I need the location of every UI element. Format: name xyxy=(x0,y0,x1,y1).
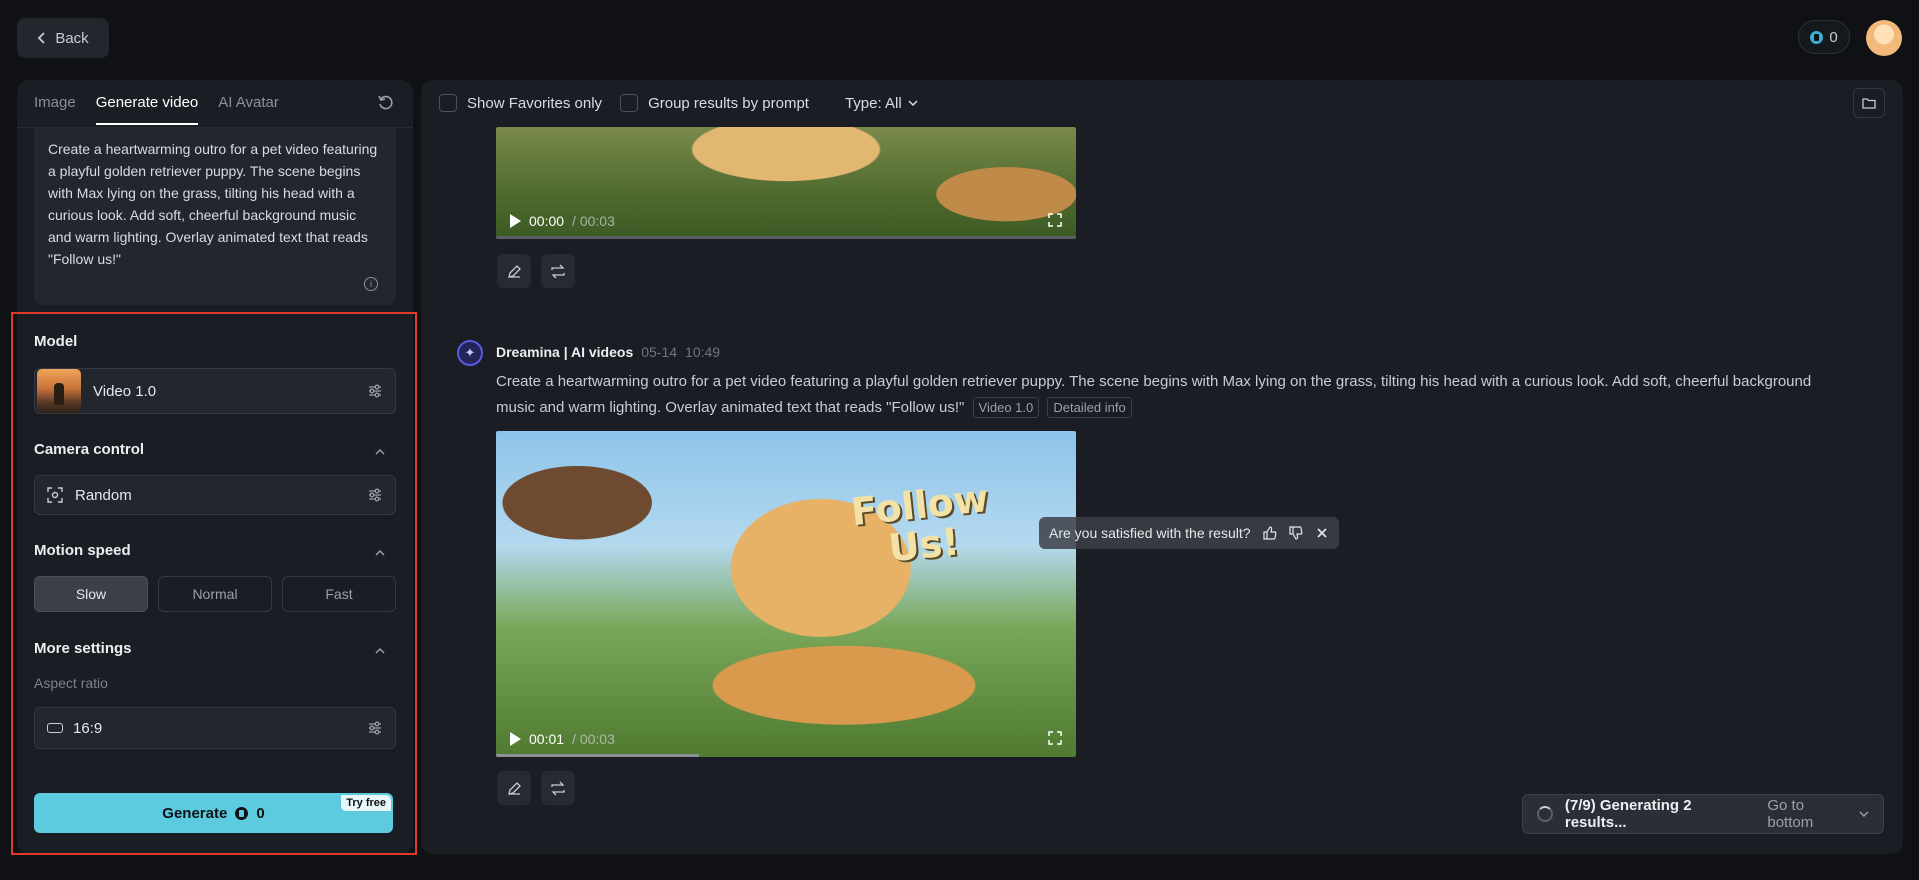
video-current-time: 00:00 xyxy=(529,213,565,229)
regenerate-button[interactable] xyxy=(541,771,575,805)
chevron-left-icon xyxy=(38,32,45,44)
sliders-icon[interactable] xyxy=(367,487,383,503)
camera-focus-icon xyxy=(47,487,63,503)
message-time: 10:49 xyxy=(685,344,721,360)
results-toolbar: Show Favorites only Group results by pro… xyxy=(439,94,918,112)
speed-slow-button[interactable]: Slow xyxy=(34,576,148,612)
model-tag[interactable]: Video 1.0 xyxy=(972,397,1040,418)
motion-speed-label: Motion speed xyxy=(34,542,131,559)
thumbs-down-icon[interactable] xyxy=(1288,526,1303,540)
aspect-ratio-value: 16:9 xyxy=(73,719,103,737)
prompt-text: Create a heartwarming outro for a pet vi… xyxy=(48,141,378,267)
camera-control-select[interactable]: Random xyxy=(34,475,396,515)
video-player-2[interactable]: Follow Us! 00:01 / 00:03 xyxy=(496,431,1076,757)
chevron-down-icon xyxy=(908,100,918,107)
regenerate-button[interactable] xyxy=(541,254,575,288)
credit-coin-icon xyxy=(235,806,249,820)
sliders-icon[interactable] xyxy=(367,383,383,399)
feedback-question: Are you satisfied with the result? xyxy=(1049,525,1251,541)
favorites-label: Show Favorites only xyxy=(467,94,603,112)
back-button[interactable]: Back xyxy=(17,18,109,58)
edit-pencil-icon xyxy=(507,264,521,278)
checkbox-box xyxy=(439,94,457,112)
loading-spinner-icon xyxy=(1537,806,1553,822)
generation-status-text: (7/9) Generating 2 results... xyxy=(1564,797,1692,831)
user-avatar[interactable] xyxy=(1866,20,1902,56)
try-free-badge: Try free xyxy=(341,795,391,811)
feedback-popup: Are you satisfied with the result? xyxy=(1039,517,1339,549)
folder-button[interactable] xyxy=(1853,88,1885,118)
chevron-up-icon[interactable] xyxy=(374,547,386,559)
aspect-ratio-label: Aspect ratio xyxy=(34,675,108,691)
more-settings-label: More settings xyxy=(34,640,132,657)
group-by-prompt-checkbox[interactable]: Group results by prompt xyxy=(620,94,809,112)
message-date: 05-14 xyxy=(641,344,678,360)
message-author: Dreamina | AI videos xyxy=(496,344,634,360)
tab-image[interactable]: Image xyxy=(34,94,76,125)
repeat-icon xyxy=(551,781,565,795)
chevron-up-icon[interactable] xyxy=(374,645,386,657)
generate-label: Generate xyxy=(162,804,228,822)
model-select[interactable]: Video 1.0 xyxy=(34,368,396,414)
video-duration: 00:03 xyxy=(579,731,615,747)
type-filter-dropdown[interactable]: Type: All xyxy=(845,95,918,112)
video-current-time: 00:01 xyxy=(529,731,565,747)
edit-button[interactable] xyxy=(497,254,531,288)
edit-button[interactable] xyxy=(497,771,531,805)
credits-badge[interactable]: 0 xyxy=(1798,20,1850,54)
play-icon[interactable] xyxy=(510,732,521,746)
play-icon[interactable] xyxy=(510,214,521,228)
folder-icon xyxy=(1862,98,1876,109)
close-icon[interactable] xyxy=(1315,526,1329,540)
go-to-bottom-link[interactable]: Go to bottom xyxy=(1767,797,1869,831)
type-filter-label: Type: All xyxy=(844,94,902,112)
speed-normal-button[interactable]: Normal xyxy=(158,576,272,612)
checkbox-box xyxy=(620,94,639,112)
camera-control-value: Random xyxy=(75,486,132,504)
generate-cost: 0 xyxy=(256,804,265,822)
tab-generate-video[interactable]: Generate video xyxy=(95,94,199,125)
video-progress[interactable] xyxy=(496,754,699,757)
sliders-icon[interactable] xyxy=(367,720,383,736)
aspect-ratio-icon xyxy=(47,723,63,733)
camera-control-label: Camera control xyxy=(34,441,145,458)
video-progress[interactable] xyxy=(496,236,1076,239)
refresh-icon[interactable] xyxy=(377,94,395,112)
repeat-icon xyxy=(551,264,565,278)
info-icon[interactable]: i xyxy=(364,277,378,291)
detailed-info-tag[interactable]: Detailed info xyxy=(1047,397,1132,418)
chevron-up-icon[interactable] xyxy=(374,446,386,458)
message-prompt: Create a heartwarming outro for a pet vi… xyxy=(496,369,1826,421)
credits-count: 0 xyxy=(1829,28,1838,46)
speed-fast-button[interactable]: Fast xyxy=(282,576,396,612)
favorites-checkbox[interactable]: Show Favorites only xyxy=(439,94,602,112)
chevron-down-icon xyxy=(1859,811,1869,818)
follow-us-overlay: Follow Us! xyxy=(848,476,991,571)
mode-tabs: Image Generate video AI Avatar xyxy=(34,94,279,125)
model-label: Model xyxy=(34,333,78,350)
video-player-1[interactable]: 00:00 / 00:03 xyxy=(496,127,1076,239)
credit-coin-icon xyxy=(1810,30,1824,44)
edit-pencil-icon xyxy=(507,781,521,795)
model-value: Video 1.0 xyxy=(93,382,157,400)
model-thumbnail xyxy=(37,369,81,413)
message-header: Dreamina | AI videos 05-14 10:49 xyxy=(496,344,720,360)
aspect-ratio-select[interactable]: 16:9 xyxy=(34,707,396,749)
message-prompt-text: Create a heartwarming outro for a pet vi… xyxy=(496,373,1812,416)
tab-ai-avatar[interactable]: AI Avatar xyxy=(218,94,279,125)
back-label: Back xyxy=(55,29,89,47)
video-controls: 00:00 / 00:03 xyxy=(510,213,615,229)
dreamina-logo-icon: ✦ xyxy=(457,340,483,366)
video-duration: 00:03 xyxy=(579,213,615,229)
motion-speed-options: Slow Normal Fast xyxy=(34,576,396,612)
thumbs-up-icon[interactable] xyxy=(1262,526,1277,540)
prompt-textarea[interactable]: Create a heartwarming outro for a pet vi… xyxy=(34,128,396,305)
group-by-prompt-label: Group results by prompt xyxy=(648,94,809,112)
fullscreen-icon[interactable] xyxy=(1048,731,1062,745)
results-panel: Show Favorites only Group results by pro… xyxy=(421,80,1903,854)
fullscreen-icon[interactable] xyxy=(1048,213,1062,227)
generate-button[interactable]: Generate 0 Try free xyxy=(34,793,393,833)
generation-status-bar[interactable]: (7/9) Generating 2 results... Go to bott… xyxy=(1522,794,1884,834)
video-controls: 00:01 / 00:03 xyxy=(510,731,615,747)
